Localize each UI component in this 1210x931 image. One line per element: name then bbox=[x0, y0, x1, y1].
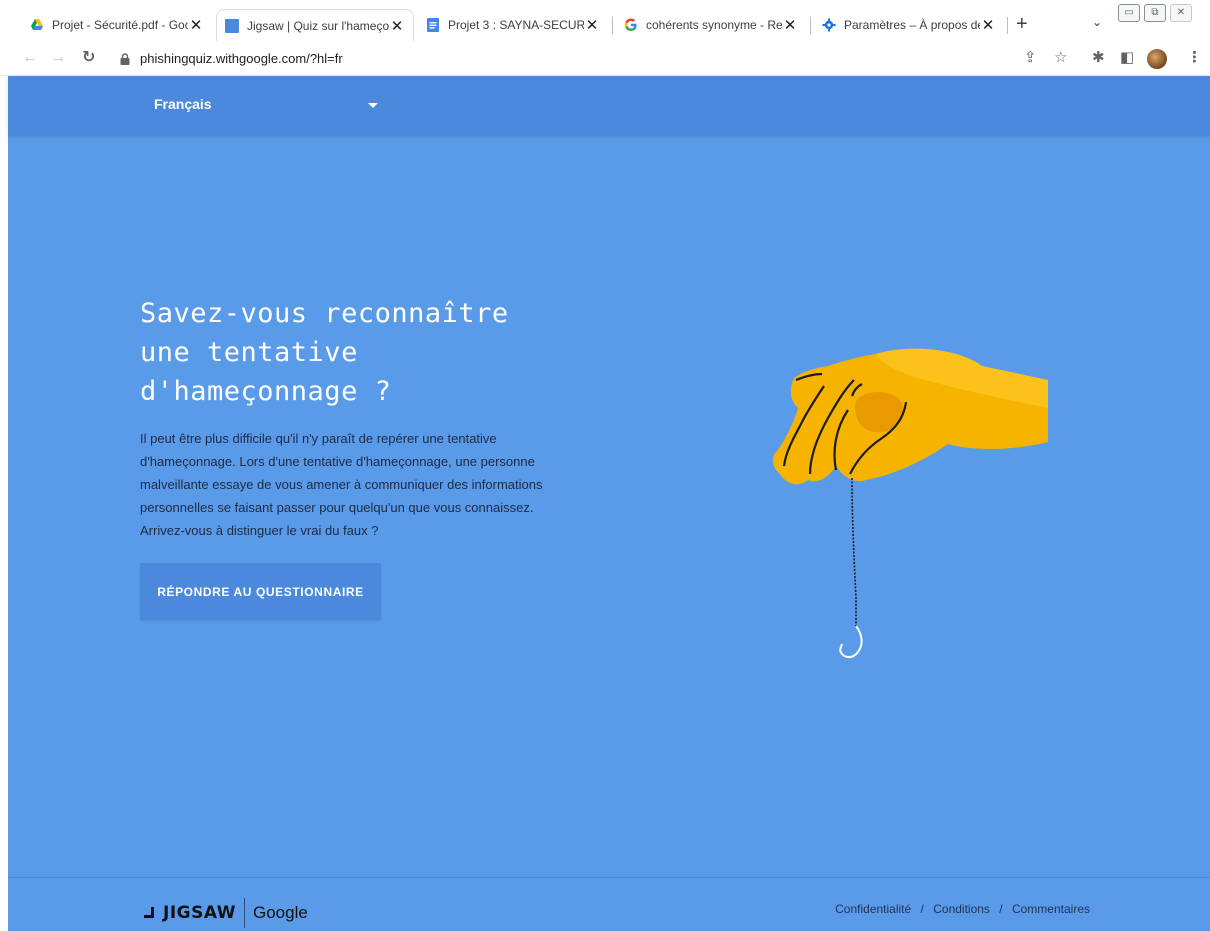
tab-title: cohérents synonyme - Rech bbox=[646, 18, 782, 32]
tab-jigsaw-quiz[interactable]: Jigsaw | Quiz sur l'hameçon ✕ bbox=[216, 9, 414, 41]
tab-separator bbox=[810, 17, 811, 34]
footer-separator: / bbox=[920, 902, 924, 916]
window-close-button[interactable]: ✕ bbox=[1170, 4, 1192, 22]
page-content: Français Savez-vous reconnaître une tent… bbox=[8, 76, 1210, 931]
tab-title: Paramètres – À propos de C bbox=[844, 18, 980, 32]
tab-docs-projet[interactable]: Projet 3 : SAYNA-SECURITE ✕ bbox=[418, 9, 608, 41]
share-icon[interactable]: ⇪ bbox=[1024, 50, 1037, 66]
tab-settings[interactable]: Paramètres – À propos de C ✕ bbox=[814, 9, 1004, 41]
window-restore-button[interactable]: ⧉ bbox=[1144, 4, 1166, 22]
close-icon[interactable]: ✕ bbox=[188, 16, 204, 34]
brand-divider bbox=[244, 898, 245, 928]
take-quiz-button[interactable]: RÉPONDRE AU QUESTIONNAIRE bbox=[140, 563, 381, 620]
settings-gear-icon bbox=[822, 18, 836, 32]
hand-icon bbox=[772, 348, 1048, 485]
brand-jigsaw: JIGSAW bbox=[163, 903, 236, 923]
google-icon bbox=[624, 18, 638, 32]
docs-icon bbox=[426, 18, 440, 32]
tab-separator bbox=[612, 17, 613, 34]
tab-title: Jigsaw | Quiz sur l'hameçon bbox=[247, 18, 389, 33]
footer-separator: / bbox=[999, 902, 1003, 916]
terms-link[interactable]: Conditions bbox=[933, 902, 990, 916]
hand-with-hook-illustration bbox=[772, 348, 1048, 658]
tab-search-button[interactable]: ⌄ bbox=[1092, 15, 1102, 29]
hero-title: Savez-vous reconnaître une tentative d'h… bbox=[140, 298, 509, 407]
browser-tab-bar: Projet - Sécurité.pdf - Goog ✕ Jigsaw | … bbox=[0, 0, 1210, 41]
forward-arrow-icon[interactable]: → bbox=[50, 49, 66, 67]
close-icon[interactable]: ✕ bbox=[980, 16, 996, 34]
drive-icon bbox=[30, 18, 44, 32]
back-arrow-icon[interactable]: ← bbox=[22, 49, 38, 67]
brand-google: Google bbox=[253, 903, 308, 922]
url-text: phishingquiz.withgoogle.com/?hl=fr bbox=[140, 51, 343, 66]
privacy-link[interactable]: Confidentialité bbox=[835, 902, 911, 916]
jigsaw-favicon-icon bbox=[225, 18, 239, 33]
profile-avatar[interactable] bbox=[1147, 49, 1167, 69]
side-panel-icon[interactable]: ◧ bbox=[1120, 50, 1134, 66]
browser-toolbar: ← → ↻ phishingquiz.withgoogle.com/?hl=fr… bbox=[0, 41, 1210, 76]
caret-down-icon[interactable] bbox=[368, 103, 378, 108]
site-footer: JIGSAW Google Confidentialité / Conditio… bbox=[8, 877, 1210, 931]
tab-title: Projet 3 : SAYNA-SECURITE bbox=[448, 18, 584, 32]
reload-icon[interactable]: ↻ bbox=[82, 49, 95, 67]
tab-title: Projet - Sécurité.pdf - Goog bbox=[52, 18, 188, 32]
jigsaw-logo-icon bbox=[144, 907, 154, 918]
brand-lockup[interactable]: JIGSAW Google bbox=[141, 898, 308, 928]
address-bar[interactable]: phishingquiz.withgoogle.com/?hl=fr bbox=[112, 45, 988, 72]
language-selector[interactable]: Français bbox=[154, 96, 212, 112]
extensions-puzzle-icon[interactable]: ✱ bbox=[1092, 50, 1105, 66]
tab-drive-pdf[interactable]: Projet - Sécurité.pdf - Goog ✕ bbox=[22, 9, 212, 41]
footer-links: Confidentialité / Conditions / Commentai… bbox=[835, 902, 1090, 916]
feedback-link[interactable]: Commentaires bbox=[1012, 902, 1090, 916]
tab-separator bbox=[1007, 17, 1008, 34]
menu-kebab-icon[interactable]: ⋮ bbox=[1187, 50, 1202, 66]
close-icon[interactable]: ✕ bbox=[584, 16, 600, 34]
lock-icon bbox=[120, 52, 130, 65]
site-header: Français bbox=[8, 76, 1210, 136]
tab-google-search[interactable]: cohérents synonyme - Rech ✕ bbox=[616, 9, 806, 41]
bookmark-star-icon[interactable]: ☆ bbox=[1054, 50, 1067, 66]
close-icon[interactable]: ✕ bbox=[389, 17, 405, 35]
close-icon[interactable]: ✕ bbox=[782, 16, 798, 34]
hero-description: Il peut être plus difficile qu'il n'y pa… bbox=[140, 431, 543, 538]
fishing-hook-icon bbox=[839, 477, 863, 658]
new-tab-button[interactable]: + bbox=[1016, 14, 1028, 34]
window-minimize-button[interactable]: ▭ bbox=[1118, 4, 1140, 22]
